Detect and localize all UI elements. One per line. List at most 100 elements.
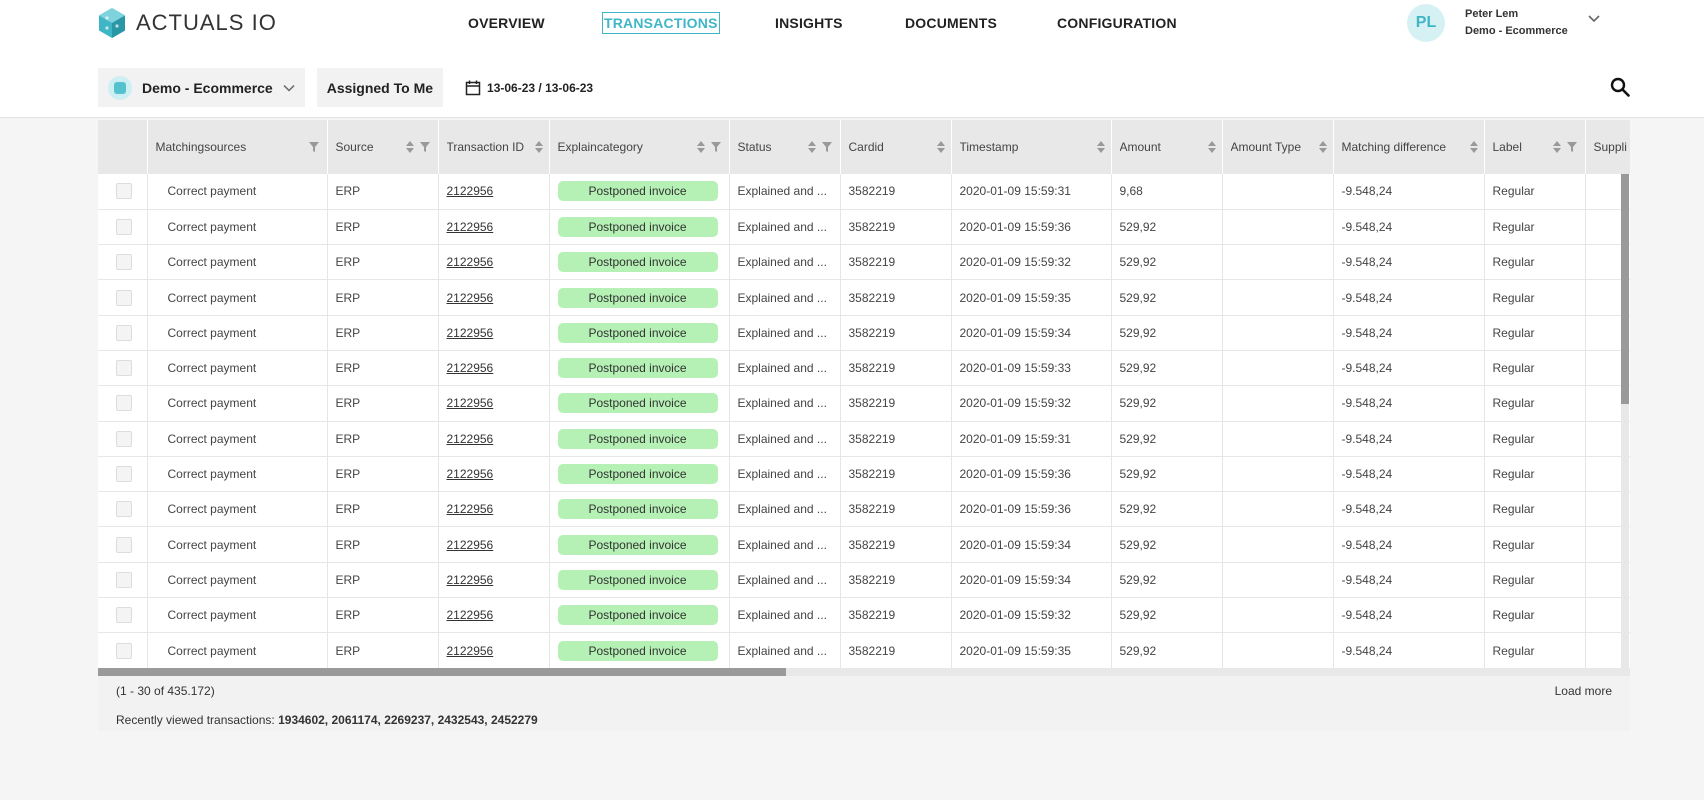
row-checkbox[interactable]	[116, 536, 132, 553]
transaction-id-link[interactable]: 2122956	[447, 467, 494, 481]
cell-matchingsources: Correct payment	[147, 526, 328, 563]
row-checkbox[interactable]	[116, 289, 132, 306]
nav-transactions[interactable]: TRANSACTIONS	[602, 12, 720, 34]
column-header[interactable]: Matching difference	[1333, 120, 1485, 174]
sort-icon[interactable]	[1318, 141, 1327, 153]
transaction-id-link[interactable]: 2122956	[447, 184, 494, 198]
table-row[interactable]: Correct payment ERP 2122956 Postponed invoi…	[98, 526, 1630, 563]
row-checkbox[interactable]	[116, 607, 132, 624]
column-header[interactable]: Status	[729, 120, 841, 174]
sort-icon[interactable]	[1469, 141, 1478, 153]
transaction-id-link[interactable]: 2122956	[447, 608, 494, 622]
nav-insights[interactable]: INSIGHTS	[774, 13, 844, 33]
row-select-cell	[98, 632, 148, 669]
sort-icon[interactable]	[534, 141, 543, 153]
horizontal-scrollbar-thumb[interactable]	[98, 668, 786, 676]
cell-amount-type	[1222, 421, 1334, 457]
transaction-id-link[interactable]: 2122956	[447, 255, 494, 269]
sort-icon[interactable]	[1096, 141, 1105, 153]
filter-icon[interactable]	[821, 142, 832, 152]
row-checkbox[interactable]	[116, 324, 132, 341]
cell-cardid: 3582219	[840, 350, 952, 387]
search-icon[interactable]	[1610, 77, 1630, 97]
column-header[interactable]: Explaincategory	[549, 120, 730, 174]
column-header[interactable]: Amount Type	[1222, 120, 1334, 174]
row-checkbox[interactable]	[116, 642, 132, 659]
row-checkbox[interactable]	[116, 501, 132, 518]
category-badge: Postponed invoice	[557, 322, 718, 343]
nav-configuration[interactable]: CONFIGURATION	[1056, 13, 1178, 33]
assigned-to-me-button[interactable]: Assigned To Me	[316, 68, 444, 107]
transaction-id-link[interactable]: 2122956	[447, 502, 494, 516]
column-header[interactable]: Suppli	[1585, 120, 1630, 174]
transaction-id-link[interactable]: 2122956	[447, 361, 494, 375]
column-header[interactable]: Cardid	[840, 120, 952, 174]
avatar[interactable]: PL	[1407, 4, 1445, 42]
row-checkbox[interactable]	[116, 183, 132, 200]
sort-icon[interactable]	[696, 141, 705, 153]
nav-overview[interactable]: OVERVIEW	[467, 13, 546, 33]
row-checkbox[interactable]	[116, 360, 132, 377]
column-header[interactable]: Label	[1484, 120, 1586, 174]
row-checkbox[interactable]	[116, 571, 132, 588]
table-row[interactable]: Correct payment ERP 2122956 Postponed invoi…	[98, 174, 1630, 210]
transaction-id-link[interactable]: 2122956	[447, 432, 494, 446]
vertical-scrollbar-thumb[interactable]	[1621, 174, 1629, 404]
horizontal-scrollbar[interactable]	[98, 668, 1630, 676]
table-row[interactable]: Correct payment ERP 2122956 Postponed invoi…	[98, 562, 1630, 599]
user-menu[interactable]: PL Peter Lem Demo - Ecommerce	[1407, 4, 1600, 42]
table-row[interactable]: Correct payment ERP 2122956 Postponed invoi…	[98, 456, 1630, 493]
sort-icon[interactable]	[1552, 141, 1561, 153]
cell-label: Regular	[1484, 456, 1586, 493]
filter-icon[interactable]	[1566, 142, 1577, 152]
cell-explaincategory: Postponed invoice	[549, 597, 730, 634]
load-more-button[interactable]: Load more	[1555, 684, 1612, 698]
chevron-down-icon[interactable]	[1587, 12, 1601, 26]
transaction-id-link[interactable]: 2122956	[447, 220, 494, 234]
transaction-id-link[interactable]: 2122956	[447, 396, 494, 410]
row-checkbox[interactable]	[116, 430, 132, 447]
table-row[interactable]: Correct payment ERP 2122956 Postponed invoi…	[98, 491, 1630, 528]
sort-icon[interactable]	[405, 141, 414, 153]
transaction-id-link[interactable]: 2122956	[447, 326, 494, 340]
table-row[interactable]: Correct payment ERP 2122956 Postponed invoi…	[98, 209, 1630, 246]
sort-icon[interactable]	[807, 141, 816, 153]
cell-timestamp: 2020-01-09 15:59:35	[951, 279, 1112, 316]
cell-matchingsources: Correct payment	[147, 562, 328, 599]
sort-icon[interactable]	[1207, 141, 1216, 153]
cell-transaction-id: 2122956	[438, 350, 550, 387]
table-row[interactable]: Correct payment ERP 2122956 Postponed invoi…	[98, 421, 1630, 457]
column-header[interactable]: Amount	[1111, 120, 1223, 174]
transaction-id-link[interactable]: 2122956	[447, 573, 494, 587]
recent-ids[interactable]: 1934602, 2061174, 2269237, 2432543, 2452…	[278, 713, 538, 727]
row-checkbox[interactable]	[116, 466, 132, 483]
cell-timestamp: 2020-01-09 15:59:36	[951, 491, 1112, 528]
column-header[interactable]: Timestamp	[951, 120, 1112, 174]
column-header[interactable]: Transaction ID	[438, 120, 550, 174]
table-row[interactable]: Correct payment ERP 2122956 Postponed invoi…	[98, 315, 1630, 351]
table-row[interactable]: Correct payment ERP 2122956 Postponed invoi…	[98, 385, 1630, 422]
row-checkbox[interactable]	[116, 395, 132, 412]
vertical-scrollbar[interactable]	[1621, 174, 1629, 669]
transaction-id-link[interactable]: 2122956	[447, 291, 494, 305]
table-row[interactable]: Correct payment ERP 2122956 Postponed invoi…	[98, 350, 1630, 387]
row-checkbox[interactable]	[116, 254, 132, 271]
table-row[interactable]: Correct payment ERP 2122956 Postponed invoi…	[98, 597, 1630, 634]
table-row[interactable]: Correct payment ERP 2122956 Postponed invoi…	[98, 632, 1630, 669]
table-row[interactable]: Correct payment ERP 2122956 Postponed invoi…	[98, 279, 1630, 316]
column-header[interactable]: Source	[327, 120, 439, 174]
transaction-id-link[interactable]: 2122956	[447, 644, 494, 658]
workspace-select[interactable]: Demo - Ecommerce	[98, 68, 305, 107]
date-range-picker[interactable]: 13-06-23 / 13-06-23	[455, 68, 601, 107]
nav-documents[interactable]: DOCUMENTS	[904, 13, 998, 33]
table-row[interactable]: Correct payment ERP 2122956 Postponed invoi…	[98, 244, 1630, 281]
filter-icon[interactable]	[308, 142, 319, 152]
filter-icon[interactable]	[419, 142, 430, 152]
filter-icon[interactable]	[710, 142, 721, 152]
row-checkbox[interactable]	[116, 218, 132, 235]
cell-cardid: 3582219	[840, 315, 952, 351]
row-select-cell	[98, 279, 148, 316]
column-header[interactable]: Matchingsources	[147, 120, 328, 174]
sort-icon[interactable]	[936, 141, 945, 153]
transaction-id-link[interactable]: 2122956	[447, 538, 494, 552]
